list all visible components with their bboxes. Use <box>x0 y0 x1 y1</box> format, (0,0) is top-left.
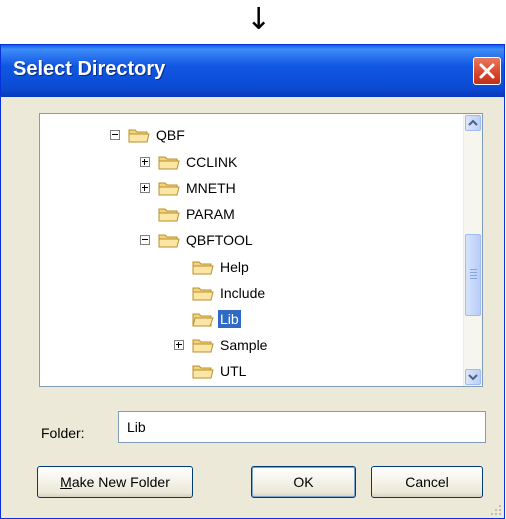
collapse-icon[interactable] <box>110 130 120 140</box>
tree-item-help[interactable]: Help <box>192 256 251 278</box>
tree-item-qbftool[interactable]: QBFTOOL <box>140 229 255 251</box>
tree-item-param[interactable]: PARAM <box>158 203 237 225</box>
folder-icon <box>158 156 180 170</box>
tree-item-label: MNETH <box>186 180 236 196</box>
folder-icon <box>192 261 214 275</box>
button-mnemonic: M <box>60 474 72 490</box>
folder-open-icon <box>158 234 180 248</box>
expand-icon[interactable] <box>140 157 150 167</box>
close-button[interactable] <box>473 57 501 85</box>
button-label: Cancel <box>405 474 449 490</box>
close-icon <box>479 63 495 79</box>
collapse-icon[interactable] <box>140 235 150 245</box>
tree-item-label: CCLINK <box>186 154 238 170</box>
down-arrow: ↓ <box>246 2 272 37</box>
expand-icon[interactable] <box>174 340 184 350</box>
ok-button[interactable]: OK <box>251 466 356 498</box>
tree-item-label: Include <box>220 285 266 301</box>
chevron-up-icon <box>468 119 478 126</box>
folder-tree[interactable]: QBF CCLINK MNETH PARAM QBFTOOL Help Incl… <box>39 113 483 387</box>
folder-icon <box>192 339 214 353</box>
button-label: OK <box>293 474 314 490</box>
tree-item-lib[interactable]: Lib <box>192 308 241 330</box>
folder-open-icon <box>128 129 150 143</box>
dialog-title: Select Directory <box>13 58 166 80</box>
folder-icon <box>192 287 214 301</box>
cancel-button[interactable]: Cancel <box>371 466 483 498</box>
tree-item-label: Sample <box>220 337 268 353</box>
tree-item-sample[interactable]: Sample <box>174 334 269 356</box>
tree-item-label: UTL <box>220 363 247 379</box>
tree-item-cclink[interactable]: CCLINK <box>140 151 239 173</box>
scroll-thumb[interactable] <box>465 234 481 316</box>
folder-icon <box>158 182 180 196</box>
folder-open-icon <box>192 313 214 327</box>
tree-item-qbf[interactable]: QBF <box>110 124 187 146</box>
vertical-scrollbar[interactable] <box>463 114 482 386</box>
scroll-up-button[interactable] <box>465 115 481 131</box>
expand-icon[interactable] <box>140 183 150 193</box>
tree-item-utl[interactable]: UTL <box>192 360 248 382</box>
folder-input[interactable] <box>118 411 486 443</box>
select-directory-dialog: Select Directory QBF CCLINK MNETH PARAM … <box>0 44 505 519</box>
button-label: ake New Folder <box>71 474 170 490</box>
tree-item-label: Help <box>220 259 249 275</box>
make-new-folder-button[interactable]: Make New Folder <box>37 466 193 498</box>
tree-item-mneth[interactable]: MNETH <box>140 177 238 199</box>
tree-item-label: QBF <box>156 127 185 143</box>
resize-grip-icon[interactable] <box>490 504 502 516</box>
tree-item-label: PARAM <box>186 206 235 222</box>
tree-item-include[interactable]: Include <box>192 282 267 304</box>
folder-field-label: Folder: <box>41 425 85 441</box>
tree-item-label: QBFTOOL <box>186 232 253 248</box>
scroll-down-button[interactable] <box>465 369 481 385</box>
folder-icon <box>158 208 180 222</box>
title-bar[interactable]: Select Directory <box>1 45 504 97</box>
chevron-down-icon <box>468 374 478 381</box>
folder-icon <box>192 365 214 379</box>
tree-item-label: Lib <box>218 310 241 328</box>
